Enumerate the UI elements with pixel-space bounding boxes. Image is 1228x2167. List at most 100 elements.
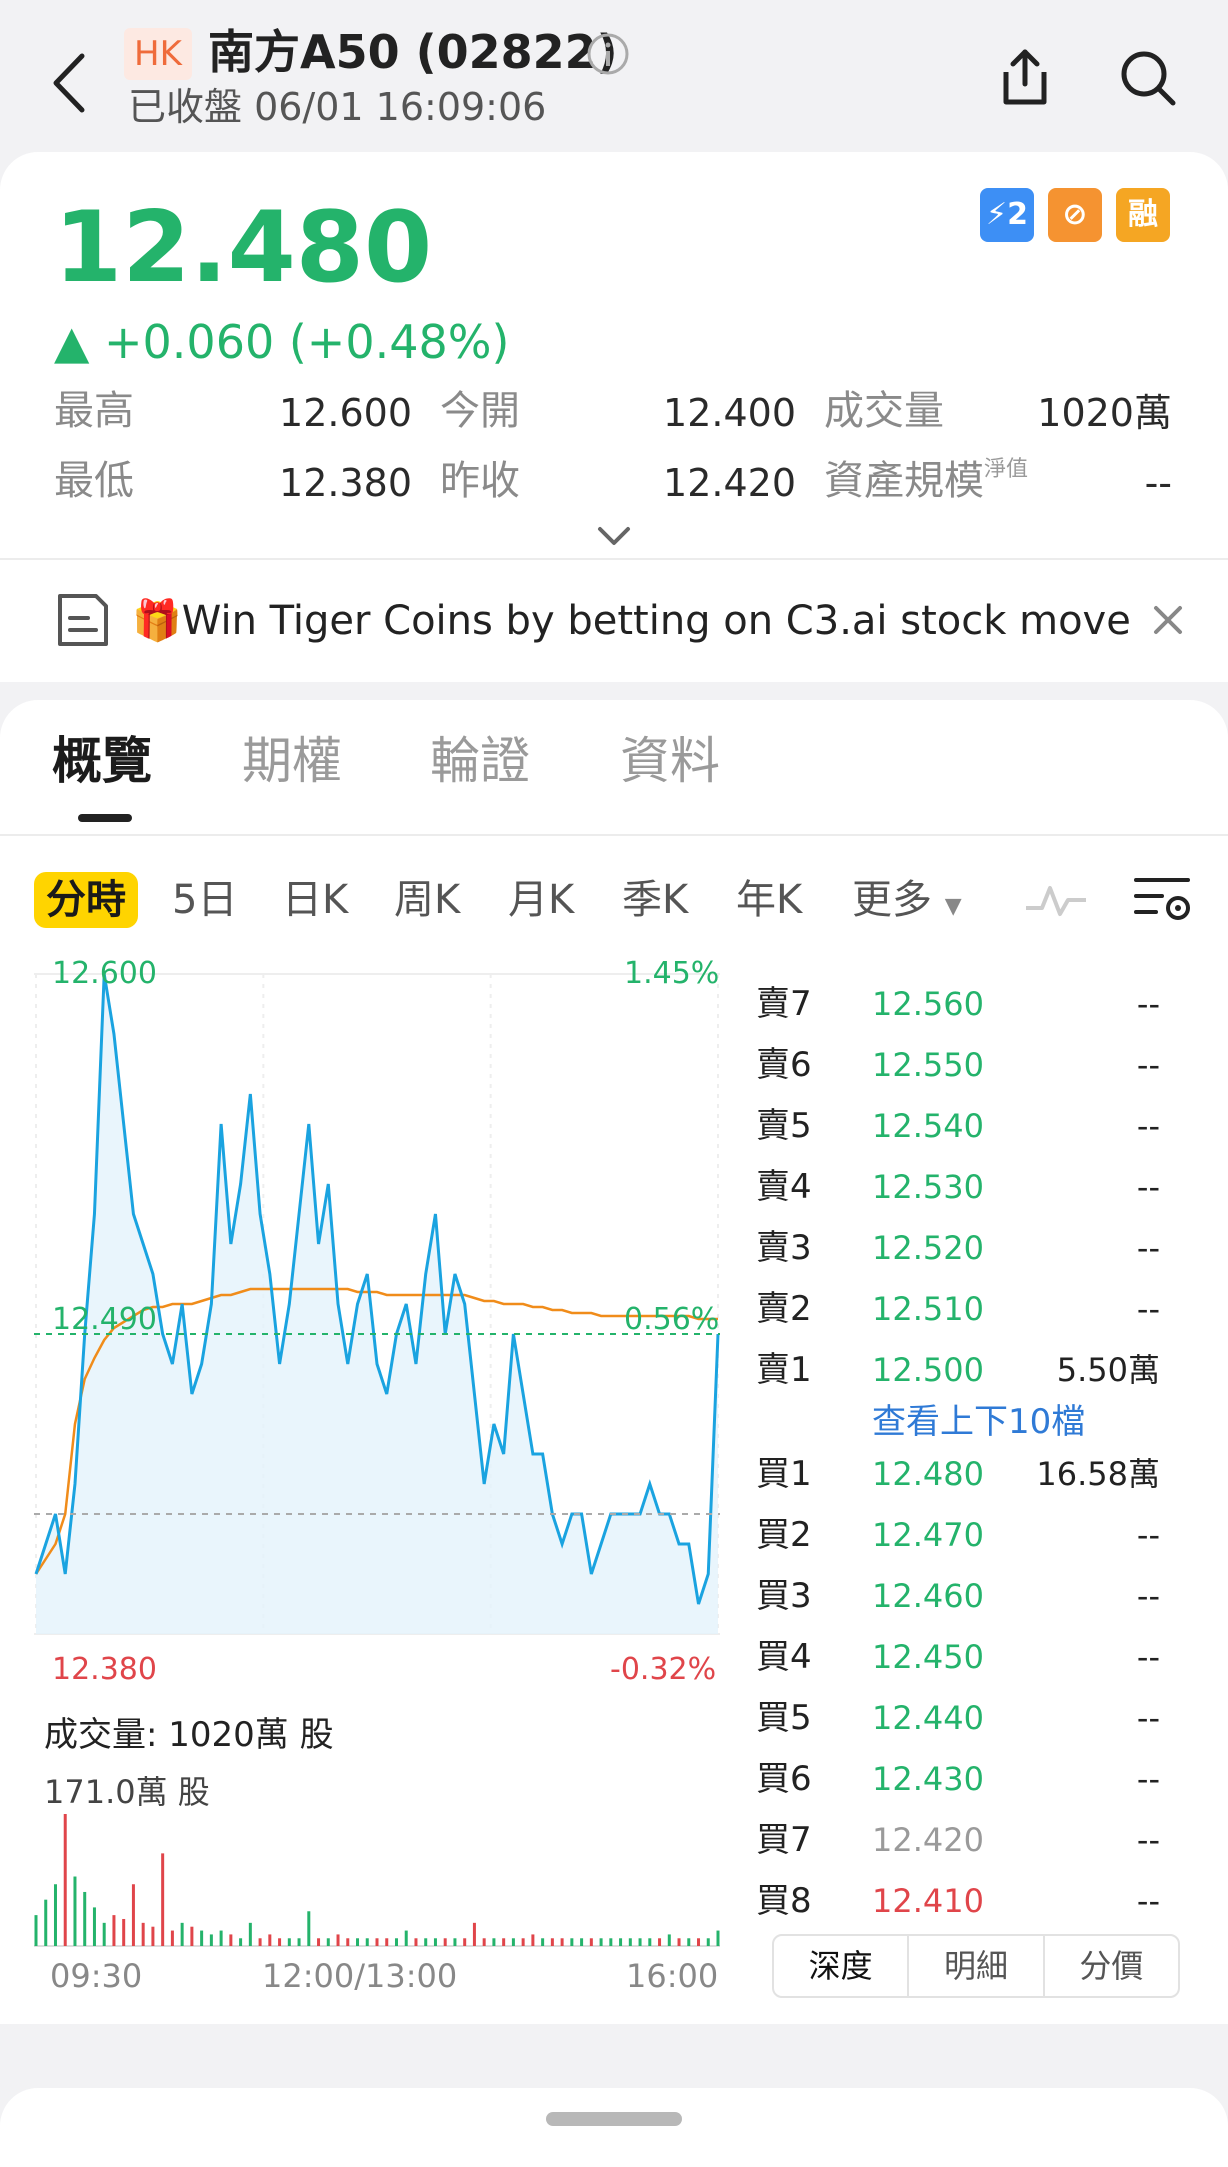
buy-level-label: 買5: [756, 1698, 812, 1738]
segment-price-distribution[interactable]: 分價: [1045, 1936, 1178, 1996]
sell-level-label: 賣5: [756, 1106, 812, 1146]
buy-level-label: 買6: [756, 1759, 812, 1799]
buy-level-volume: --: [1136, 1638, 1160, 1676]
share-icon[interactable]: [996, 46, 1054, 108]
buy-level-volume: --: [1136, 1821, 1160, 1859]
segment-details[interactable]: 明細: [909, 1936, 1045, 1996]
tab-profile[interactable]: 資料: [620, 728, 720, 794]
high-label: 最高: [54, 388, 134, 434]
market-tag: HK: [124, 28, 192, 80]
orderbook-segment: 深度 明細 分價: [772, 1934, 1180, 1998]
volume-bar: [239, 1938, 243, 1946]
volume-bar: [706, 1938, 710, 1946]
search-icon[interactable]: [1118, 48, 1178, 108]
volume-bar: [53, 1884, 57, 1946]
period-week[interactable]: 周K: [394, 872, 460, 928]
sell-level-price[interactable]: 12.560: [872, 982, 984, 1026]
sell-level-price[interactable]: 12.530: [872, 1165, 984, 1209]
sell-level-price[interactable]: 12.520: [872, 1226, 984, 1270]
volume-bar: [677, 1938, 681, 1946]
view-10-levels-link[interactable]: 查看上下10檔: [872, 1400, 1085, 1444]
time-mid: 12:00/13:00: [262, 1957, 458, 1995]
tab-warrants[interactable]: 輪證: [430, 728, 530, 794]
volume-bar: [667, 1934, 671, 1946]
volume-bar: [180, 1922, 184, 1946]
info-icon[interactable]: [586, 32, 630, 76]
back-icon[interactable]: [50, 48, 90, 118]
volume-bar: [502, 1938, 506, 1946]
volume-bar: [414, 1938, 418, 1946]
level2-badge[interactable]: ⚡2: [980, 188, 1034, 242]
volume-bar: [122, 1918, 126, 1946]
volume-bar: [521, 1938, 525, 1946]
volume-bar: [190, 1926, 194, 1946]
no-short-badge[interactable]: ⊘: [1048, 188, 1102, 242]
buy-level-price[interactable]: 12.420: [872, 1818, 984, 1862]
period-year[interactable]: 年K: [736, 872, 802, 928]
sell-level-label: 賣3: [756, 1228, 812, 1268]
tab-overview[interactable]: 概覽: [52, 728, 152, 794]
volume-bar: [200, 1930, 204, 1946]
period-intraday[interactable]: 分時: [34, 872, 138, 928]
sell-level-volume: --: [1136, 1168, 1160, 1206]
volume-bar: [472, 1922, 476, 1946]
volume-bar: [570, 1938, 574, 1946]
chart-settings-icon[interactable]: [1134, 874, 1192, 924]
time-end: 16:00: [626, 1957, 719, 1995]
volume-bar: [307, 1911, 311, 1946]
tab-options[interactable]: 期權: [242, 728, 342, 794]
buy-level-price[interactable]: 12.410: [872, 1879, 984, 1923]
last-price: 12.480: [54, 191, 433, 305]
sell-level-label: 賣2: [756, 1289, 812, 1329]
chevron-down-icon[interactable]: [596, 524, 632, 548]
sell-level-volume: --: [1136, 1229, 1160, 1267]
buy-level-label: 買1: [756, 1454, 812, 1494]
buy-level-price[interactable]: 12.450: [872, 1635, 984, 1679]
volume-bar: [638, 1938, 642, 1946]
sell-level-price[interactable]: 12.500: [872, 1348, 984, 1392]
volume-bar: [161, 1853, 165, 1946]
buy-level-price[interactable]: 12.470: [872, 1513, 984, 1557]
volume-bar: [443, 1938, 447, 1946]
tab-indicator: [78, 814, 132, 822]
sell-level-label: 賣6: [756, 1045, 812, 1085]
volume-bar: [336, 1934, 340, 1946]
period-day[interactable]: 日K: [282, 872, 348, 928]
volume-value: 1020萬: [1037, 391, 1172, 435]
close-icon[interactable]: [1152, 604, 1184, 636]
buy-level-price[interactable]: 12.460: [872, 1574, 984, 1618]
sell-level-price[interactable]: 12.540: [872, 1104, 984, 1148]
margin-badge[interactable]: 融: [1116, 188, 1170, 242]
volume-bar: [658, 1938, 662, 1946]
period-5d[interactable]: 5日: [172, 872, 237, 928]
buy-level-label: 買4: [756, 1637, 812, 1677]
volume-bar: [346, 1938, 350, 1946]
volume-bar: [619, 1938, 623, 1946]
volume-bar: [628, 1938, 632, 1946]
volume-bar: [112, 1915, 116, 1946]
sell-level-price[interactable]: 12.550: [872, 1043, 984, 1087]
home-indicator[interactable]: [546, 2112, 682, 2126]
segment-depth[interactable]: 深度: [774, 1936, 910, 1996]
promo-text[interactable]: 🎁Win Tiger Coins by betting on C3.ai sto…: [132, 593, 1132, 649]
sell-level-price[interactable]: 12.510: [872, 1287, 984, 1331]
volume-bar: [599, 1938, 603, 1946]
y-axis-top-price: 12.600: [52, 956, 157, 991]
buy-level-price[interactable]: 12.440: [872, 1696, 984, 1740]
buy-level-volume: --: [1136, 1577, 1160, 1615]
buy-level-price[interactable]: 12.480: [872, 1452, 984, 1496]
volume-bar: [550, 1938, 554, 1946]
volume-bar: [102, 1922, 106, 1946]
volume-bar: [287, 1938, 291, 1946]
volume-bar: [248, 1922, 252, 1946]
buy-level-label: 買2: [756, 1515, 812, 1555]
period-month[interactable]: 月K: [508, 872, 574, 928]
volume-bar: [229, 1934, 233, 1946]
period-quarter[interactable]: 季K: [622, 872, 688, 928]
volume-title: 成交量: 1020萬 股: [44, 1715, 334, 1755]
volume-bar: [209, 1934, 213, 1946]
prev-close-label: 昨收: [440, 458, 520, 504]
buy-level-price[interactable]: 12.430: [872, 1757, 984, 1801]
indicator-icon[interactable]: [1024, 878, 1088, 922]
period-more[interactable]: 更多 ▼: [852, 872, 962, 935]
